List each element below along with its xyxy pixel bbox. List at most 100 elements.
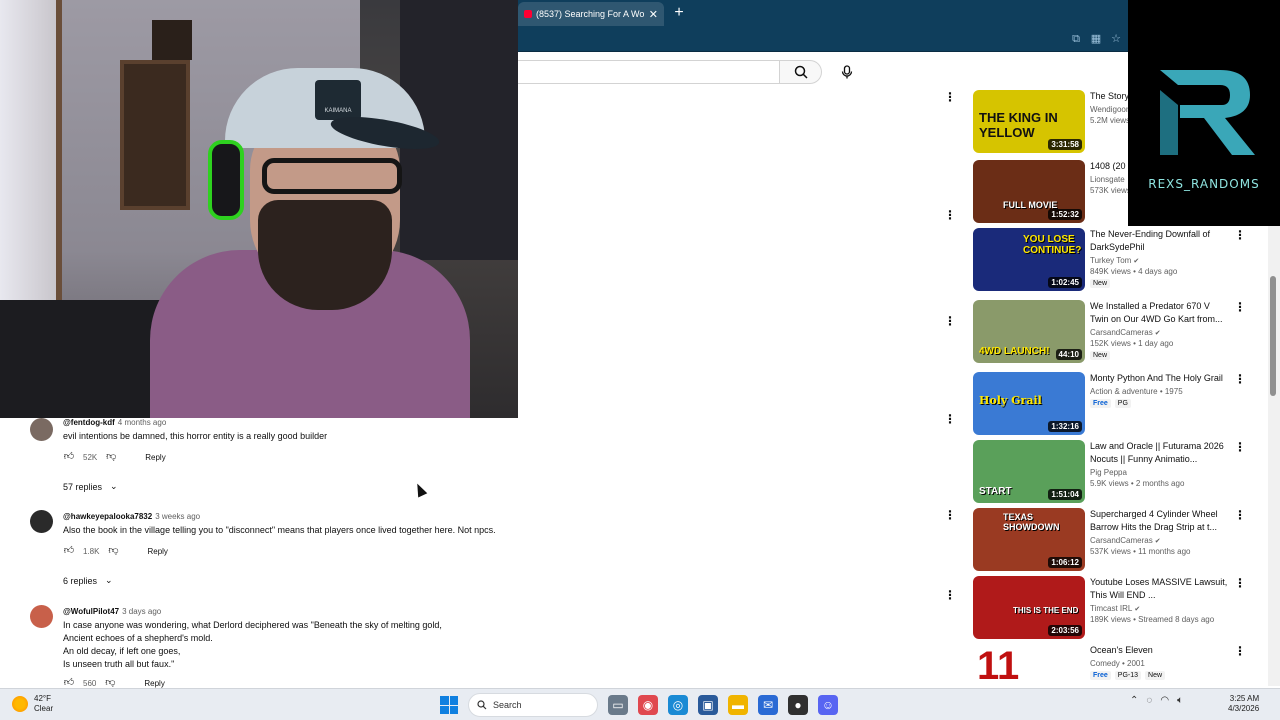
recommended-video[interactable]: ⋮ YOU LOSE CONTINUE? 1:02:45 The Never-E… xyxy=(940,226,1270,291)
dislike-icon[interactable]: 👎︎ xyxy=(107,545,119,557)
channel-name[interactable]: CarsandCameras xyxy=(1090,328,1153,337)
person-beard xyxy=(258,200,392,310)
video-title[interactable]: The Never-Ending Downfall of DarkSydePhi… xyxy=(1090,228,1228,254)
windows-taskbar: 42°F Clear Search ▭ ◉ ◎ ▣ ▬ ✉ ● ☺ ⌃ ◌ ◠ … xyxy=(0,688,1280,720)
more-vert-icon[interactable]: ⋮ xyxy=(1234,576,1246,590)
reply-button[interactable]: Reply xyxy=(145,453,165,462)
recommended-video[interactable]: ⋮ ⋮ 4WD LAUNCH! 44:10 We Installed a Pre… xyxy=(940,298,1270,363)
video-thumbnail[interactable]: START 1:51:04 xyxy=(973,440,1085,503)
channel-name[interactable]: Action & adventure • 1975 xyxy=(1090,387,1228,396)
video-meta: 849K views • 4 days ago xyxy=(1090,267,1178,276)
windows-icon[interactable] xyxy=(440,696,458,714)
extension-icon[interactable]: ⧉ xyxy=(1070,33,1082,45)
channel-name[interactable]: Turkey Tom xyxy=(1090,256,1131,265)
chevron-up-icon[interactable]: ⌃ xyxy=(1130,695,1138,706)
new-tab-button[interactable]: + xyxy=(670,2,688,24)
scrollbar-thumb[interactable] xyxy=(1270,276,1276,396)
thumbnail-caption: Holy Grail xyxy=(979,394,1042,407)
video-thumbnail[interactable]: Holy Grail 1:32:16 xyxy=(973,372,1085,435)
folder-icon[interactable]: ▬ xyxy=(728,695,748,715)
video-title[interactable]: Youtube Loses MASSIVE Lawsuit, This Will… xyxy=(1090,576,1228,602)
comment-time[interactable]: 4 months ago xyxy=(118,418,166,427)
video-title[interactable]: We Installed a Predator 670 V Twin on Ou… xyxy=(1090,300,1228,326)
comment-author[interactable]: @fentdog-kdf xyxy=(63,418,115,427)
recommended-video[interactable]: ⋮ ⋮ TEXAS SHOWDOWN 1:06:12 Supercharged … xyxy=(940,506,1270,571)
channel-name[interactable]: CarsandCameras xyxy=(1090,536,1153,545)
video-thumbnail[interactable]: 4WD LAUNCH! 44:10 xyxy=(973,300,1085,363)
taskbar-search[interactable]: Search xyxy=(468,693,598,717)
file-explorer-icon[interactable]: ▭ xyxy=(608,695,628,715)
browser-tab-active[interactable]: (8537) Searching For A World That ✕ xyxy=(518,2,664,26)
chrome-icon[interactable]: ◎ xyxy=(668,695,688,715)
comment-time[interactable]: 3 weeks ago xyxy=(155,512,200,521)
scrollbar[interactable] xyxy=(1268,226,1280,686)
recommended-video[interactable]: ⋮ 11 Ocean's Eleven Comedy • 2001 Free P… xyxy=(940,642,1270,688)
bookmark-icon[interactable]: ☆ xyxy=(1110,33,1122,45)
video-thumbnail[interactable]: FULL MOVIE 1:52:32 xyxy=(973,160,1085,223)
taskbar-clock[interactable]: 3:25 AM 4/3/2026 xyxy=(1228,694,1259,714)
avatar[interactable] xyxy=(30,418,53,441)
video-title[interactable]: Supercharged 4 Cylinder Wheel Barrow Hit… xyxy=(1090,508,1228,534)
replies-toggle[interactable]: 6 replies ⌄ xyxy=(63,575,113,586)
replies-toggle[interactable]: 57 replies ⌄ xyxy=(63,481,118,492)
more-vert-icon[interactable]: ⋮ xyxy=(1234,300,1246,314)
more-vert-icon[interactable]: ⋮ xyxy=(944,588,956,602)
video-thumbnail[interactable]: THE KING IN YELLOW 3:31:58 xyxy=(973,90,1085,153)
more-vert-icon[interactable]: ⋮ xyxy=(1234,508,1246,522)
network-icon[interactable]: ◌ xyxy=(1146,695,1152,706)
video-meta: 152K views • 1 day ago xyxy=(1090,339,1174,348)
more-vert-icon[interactable]: ⋮ xyxy=(1234,228,1246,242)
video-title[interactable]: Monty Python And The Holy Grail xyxy=(1090,372,1228,385)
recommended-video[interactable]: ⋮ START 1:51:04 Law and Oracle || Futura… xyxy=(940,438,1270,503)
more-vert-icon[interactable]: ⋮ xyxy=(1234,440,1246,454)
comment-author[interactable]: @WofulPilot47 xyxy=(63,607,119,616)
search-button[interactable] xyxy=(780,60,822,84)
search-input[interactable] xyxy=(518,60,780,84)
reply-button[interactable]: Reply xyxy=(144,679,164,688)
wifi-icon[interactable]: ◠ xyxy=(1160,695,1169,706)
more-vert-icon[interactable]: ⋮ xyxy=(944,90,956,104)
mail-icon[interactable]: ✉ xyxy=(758,695,778,715)
like-icon[interactable]: 👍︎ xyxy=(63,451,75,463)
more-vert-icon[interactable]: ⋮ xyxy=(944,314,956,328)
reply-button[interactable]: Reply xyxy=(147,547,167,556)
copilot-icon[interactable]: ◉ xyxy=(638,695,658,715)
comment-author[interactable]: @hawkeyepalooka7832 xyxy=(63,512,152,521)
more-vert-icon[interactable]: ⋮ xyxy=(944,508,956,522)
video-duration: 1:02:45 xyxy=(1048,277,1082,288)
headset-icon xyxy=(208,140,244,220)
weather-widget[interactable]: 42°F Clear xyxy=(12,694,53,714)
new-badge: New xyxy=(1090,351,1111,360)
recommended-video[interactable]: ⋮ ⋮ Holy Grail 1:32:16 Monty Python And … xyxy=(940,370,1270,435)
like-icon[interactable]: 👍︎ xyxy=(63,545,75,557)
comment-time[interactable]: 3 days ago xyxy=(122,607,161,616)
avatar[interactable] xyxy=(30,510,53,533)
video-thumbnail[interactable]: 11 xyxy=(973,644,1085,688)
discord-icon[interactable]: ☺ xyxy=(818,695,838,715)
channel-name[interactable]: Timcast IRL xyxy=(1090,604,1132,613)
close-tab-icon[interactable]: ✕ xyxy=(649,8,658,21)
voice-search-button[interactable] xyxy=(834,60,860,84)
channel-name[interactable]: Comedy • 2001 xyxy=(1090,659,1228,668)
video-thumbnail[interactable]: YOU LOSE CONTINUE? 1:02:45 xyxy=(973,228,1085,291)
more-vert-icon[interactable]: ⋮ xyxy=(944,412,956,426)
volume-icon[interactable]: 🔈︎ xyxy=(1177,695,1183,706)
video-title[interactable]: Law and Oracle || Futurama 2026 Nocuts |… xyxy=(1090,440,1228,466)
channel-name[interactable]: Pig Peppa xyxy=(1090,468,1228,477)
taskbar-search-label: Search xyxy=(493,700,522,710)
video-thumbnail[interactable]: TEXAS SHOWDOWN 1:06:12 xyxy=(973,508,1085,571)
video-title[interactable]: Ocean's Eleven xyxy=(1090,644,1228,657)
more-vert-icon[interactable]: ⋮ xyxy=(944,208,956,222)
video-duration: 3:31:58 xyxy=(1048,139,1082,150)
more-vert-icon[interactable]: ⋮ xyxy=(1234,372,1246,386)
recommended-video[interactable]: ⋮ ⋮ THIS IS THE END 2:03:56 Youtube Lose… xyxy=(940,574,1270,639)
video-thumbnail[interactable]: THIS IS THE END 2:03:56 xyxy=(973,576,1085,639)
replies-count: 57 replies xyxy=(63,481,103,492)
avatar[interactable] xyxy=(30,605,53,628)
tab-title: (8537) Searching For A World That xyxy=(536,9,645,19)
split-view-icon[interactable]: ▦ xyxy=(1090,33,1102,45)
dislike-icon[interactable]: 👎︎ xyxy=(105,451,117,463)
obs-icon[interactable]: ● xyxy=(788,695,808,715)
more-vert-icon[interactable]: ⋮ xyxy=(1234,644,1246,658)
store-icon[interactable]: ▣ xyxy=(698,695,718,715)
